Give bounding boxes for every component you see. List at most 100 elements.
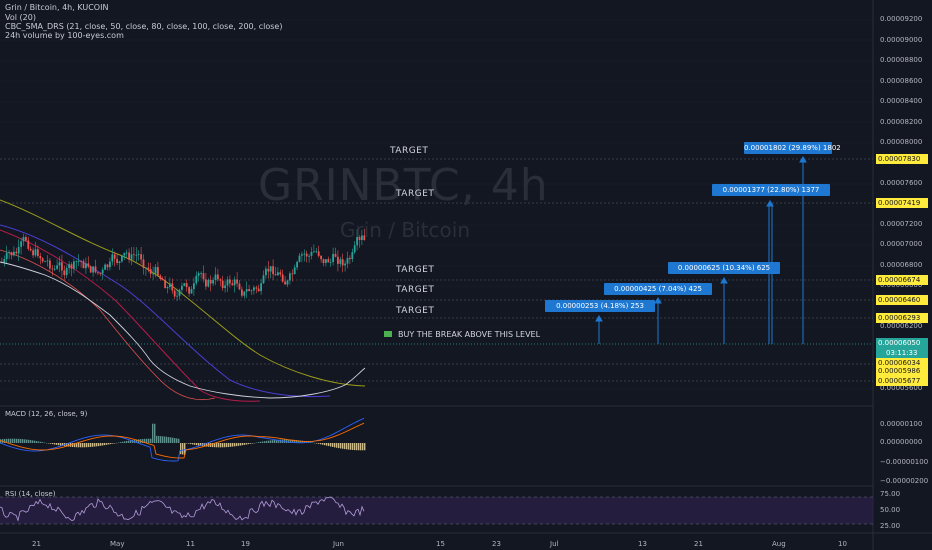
macd-bar <box>186 443 188 444</box>
macd-bar <box>232 443 234 447</box>
price-badge-7419: 0.00007419 <box>876 198 928 208</box>
candle-body <box>171 283 174 291</box>
macd-line <box>0 417 365 462</box>
macd-bar <box>32 440 34 443</box>
target-box-4[interactable]: 0.00001377 (22.80%) 1377 <box>712 184 830 196</box>
target-box-3[interactable]: 0.00000625 (10.34%) 625 <box>668 262 780 274</box>
candle-body <box>109 261 111 268</box>
macd-bar <box>230 443 232 447</box>
macd-bar <box>46 442 48 444</box>
candle-body <box>176 295 178 297</box>
candle-body <box>181 285 183 290</box>
candle-body <box>121 255 123 262</box>
candle-body <box>166 287 169 289</box>
candle-body <box>291 273 294 275</box>
price-label: 0.00007000 <box>880 240 923 248</box>
candle-body <box>334 253 337 257</box>
candle-body <box>85 263 87 269</box>
candle-body <box>267 268 270 272</box>
macd-bar <box>350 443 352 450</box>
macd-bar <box>104 443 106 446</box>
time-label: 21 <box>32 540 41 548</box>
candle-body <box>87 263 90 267</box>
candle-body <box>214 274 217 280</box>
macd-label[interactable]: MACD (12, 26, close, 9) <box>5 410 87 418</box>
candle-body <box>61 262 63 271</box>
macd-bar <box>126 440 128 443</box>
macd-bar <box>166 436 168 443</box>
macd-bar <box>342 443 344 449</box>
candle-body <box>221 280 224 289</box>
candle-body <box>140 254 142 260</box>
candle-body <box>128 252 130 260</box>
candle-body <box>193 283 195 290</box>
time-label: 15 <box>436 540 445 548</box>
target-label-1: TARGET <box>396 306 435 316</box>
candle-body <box>253 287 255 291</box>
macd-bar <box>328 443 330 447</box>
candle-body <box>8 252 10 253</box>
candle-body <box>161 279 164 281</box>
candle-body <box>104 264 106 270</box>
chart-canvas[interactable] <box>0 0 932 550</box>
candle-body <box>29 248 32 251</box>
volume24-indicator-label[interactable]: 24h volume by 100-eyes.com <box>5 31 124 40</box>
volume-indicator-label[interactable]: Vol (20) <box>5 13 36 22</box>
macd-bar <box>224 443 226 448</box>
target-box-2[interactable]: 0.00000425 (7.04%) 425 <box>604 283 712 295</box>
price-label: 0.00008400 <box>880 97 923 105</box>
candle-body <box>183 283 186 286</box>
sma-21-line <box>0 261 366 399</box>
macd-bar <box>164 436 166 443</box>
candle-body <box>27 240 30 249</box>
candle-body <box>25 237 27 241</box>
rsi-label[interactable]: RSI (14, close) <box>5 490 55 498</box>
macd-bar <box>160 436 162 443</box>
price-label: 0.00008000 <box>880 138 923 146</box>
macd-bar <box>194 443 196 445</box>
rsi-axis-label: 75.00 <box>880 490 901 498</box>
macd-bar <box>14 438 16 443</box>
candle-body <box>145 267 147 269</box>
macd-bar <box>174 438 176 443</box>
candle-body <box>327 259 330 263</box>
candle-body <box>202 273 205 280</box>
macd-bar <box>80 443 82 448</box>
candle-body <box>248 289 250 292</box>
candle-body <box>303 253 306 255</box>
macd-bar <box>110 443 112 445</box>
macd-bar <box>44 442 46 444</box>
candle-body <box>133 254 135 256</box>
candle-body <box>349 257 351 260</box>
macd-bar <box>270 440 272 443</box>
price-badge-6460: 0.00006460 <box>876 295 928 305</box>
price-label: 0.00009200 <box>880 15 923 23</box>
sma-indicator-label[interactable]: CBC_SMA_DRS (21, close, 50, close, 80, c… <box>5 22 282 31</box>
macd-bar <box>362 443 364 451</box>
candle-body <box>310 252 313 256</box>
macd-bar <box>364 443 366 451</box>
rsi-axis-label: 50.00 <box>880 506 901 514</box>
macd-bar <box>266 440 268 443</box>
candle-body <box>20 241 22 247</box>
candle-body <box>325 259 327 263</box>
candle-body <box>279 272 282 275</box>
target-box-1[interactable]: 0.00000253 (4.18%) 253 <box>545 300 655 312</box>
target-label-4: TARGET <box>396 189 435 199</box>
candle-body <box>250 290 253 292</box>
macd-bar <box>272 440 274 443</box>
buy-break-text[interactable]: BUY THE BREAK ABOVE THIS LEVEL <box>398 330 540 339</box>
candle-body <box>265 268 267 276</box>
macd-bar <box>50 443 52 444</box>
candle-body <box>301 254 303 256</box>
target-box-5[interactable]: 0.00001802 (29.89%) 1802 <box>744 142 841 154</box>
candle-body <box>272 266 274 275</box>
macd-bar <box>324 443 326 446</box>
candle-body <box>152 273 154 275</box>
time-label: 23 <box>492 540 501 548</box>
macd-bar <box>18 438 20 443</box>
candle-body <box>41 258 44 262</box>
candle-body <box>56 265 58 269</box>
candle-body <box>178 289 181 296</box>
candle-body <box>229 279 231 284</box>
